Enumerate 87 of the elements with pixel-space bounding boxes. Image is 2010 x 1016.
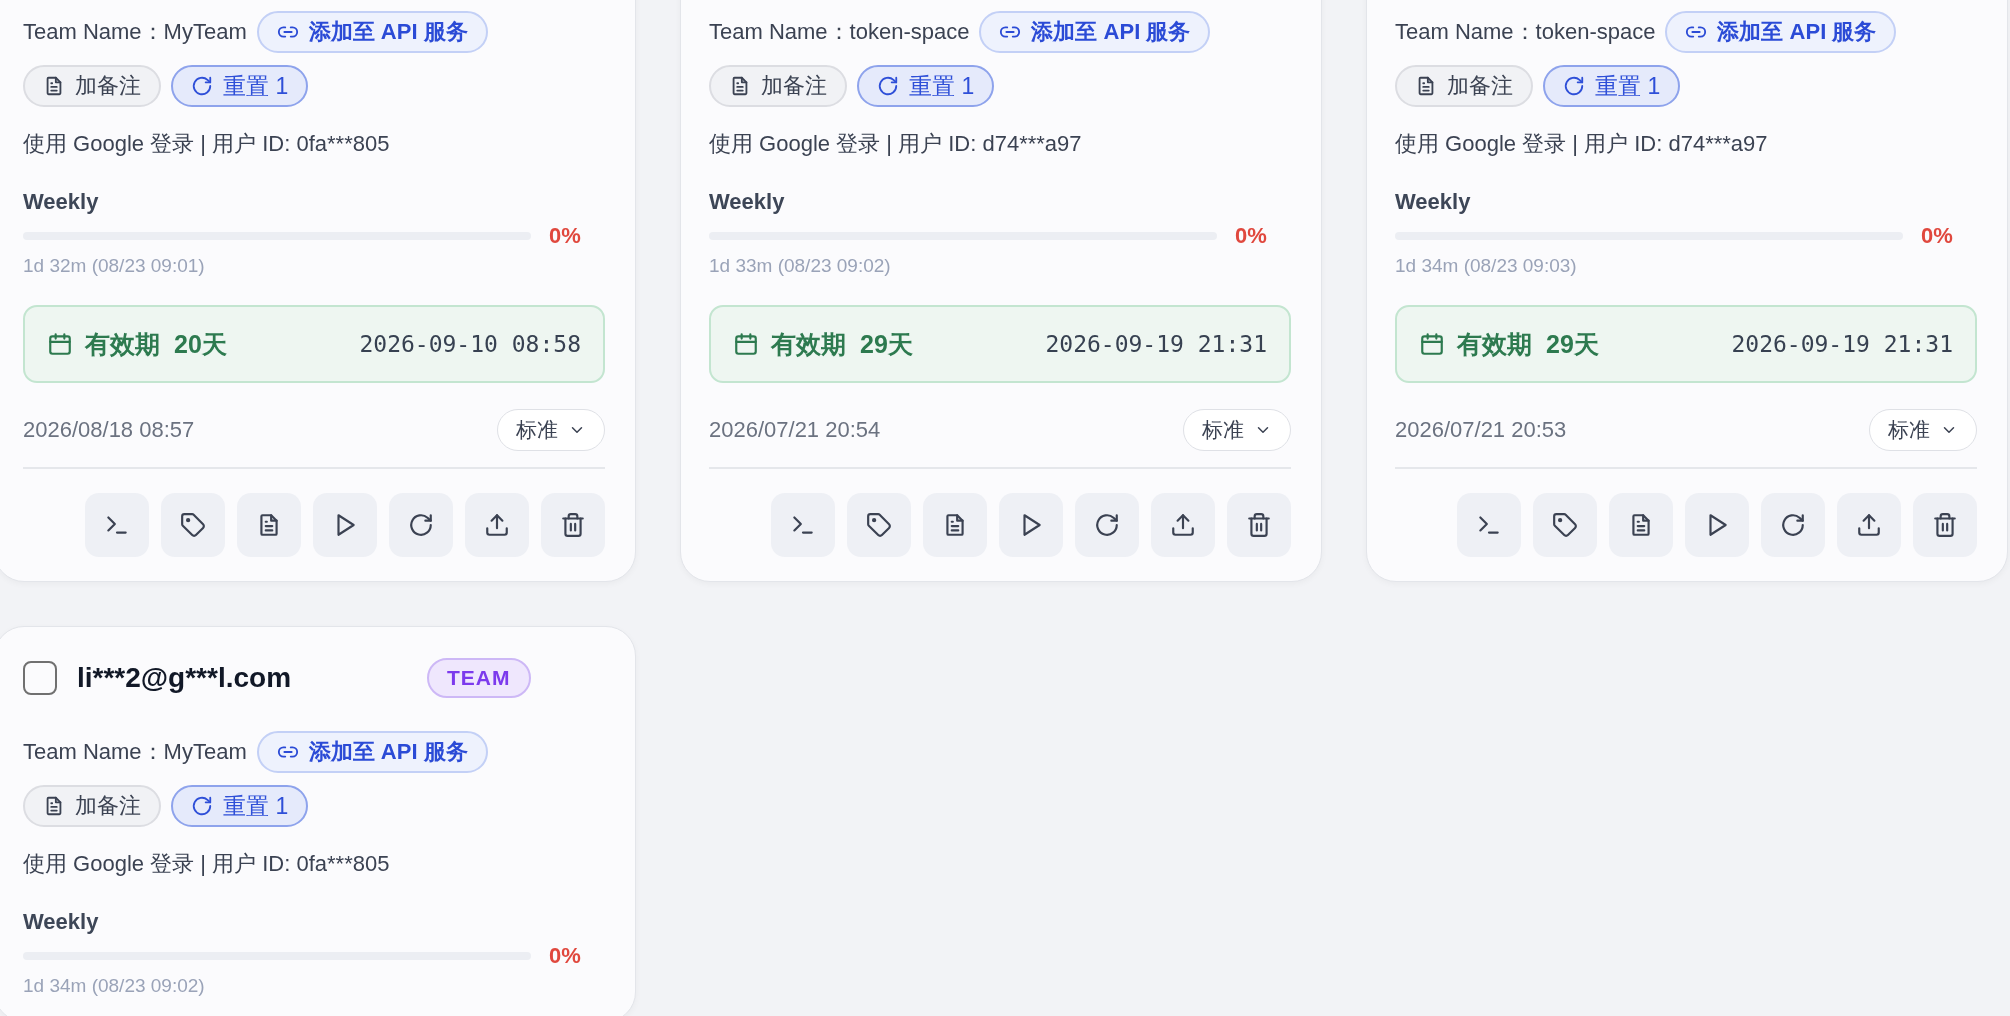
document-button[interactable] [237, 493, 301, 557]
validity-days: 20天 [174, 327, 360, 361]
reset-time: 1d 34m (08/23 09:02) [23, 975, 206, 997]
expiry-date: 2026-09-10 08:58 [359, 331, 581, 357]
delete-button[interactable] [541, 493, 605, 557]
delete-button[interactable] [1227, 493, 1291, 557]
reset-button[interactable]: 重置 1 [1543, 65, 1681, 107]
checkbox[interactable] [23, 661, 57, 695]
document-button[interactable] [1609, 493, 1673, 557]
refresh-icon [1780, 512, 1806, 538]
refresh-icon [408, 512, 434, 538]
add-api-button[interactable]: 添加至 API 服务 [256, 11, 488, 53]
usage-percent: 0% [1920, 223, 1954, 249]
account-email: li***2@g***l.com [77, 662, 293, 694]
upload-button[interactable] [465, 493, 529, 557]
refresh-button[interactable] [1761, 493, 1825, 557]
play-button[interactable] [1685, 493, 1749, 557]
refresh-icon [1563, 75, 1585, 97]
tag-button[interactable] [847, 493, 911, 557]
add-note-button[interactable]: 加备注 [1395, 65, 1533, 107]
add-api-button[interactable]: 添加至 API 服务 [256, 731, 488, 773]
upload-icon [1170, 512, 1196, 538]
refresh-icon [191, 795, 213, 817]
created-date: 2026/08/18 08:57 [23, 417, 195, 443]
add-note-button[interactable]: 加备注 [709, 65, 847, 107]
validity-days: 29天 [1546, 327, 1732, 361]
add-note-button[interactable]: 加备注 [23, 65, 161, 107]
refresh-icon [877, 75, 899, 97]
plan-dropdown[interactable]: 标准 [1183, 409, 1291, 451]
reset-time: 1d 34m (08/23 09:03) [1395, 255, 1578, 277]
document-button[interactable] [923, 493, 987, 557]
usage-percent: 0% [1234, 223, 1268, 249]
usage-label: Weekly [1395, 189, 1472, 215]
play-button[interactable] [999, 493, 1063, 557]
delete-button[interactable] [1913, 493, 1977, 557]
upload-icon [484, 512, 510, 538]
team-name: Team Name：MyTeam [23, 18, 247, 46]
validity-label: 有效期 [85, 328, 160, 360]
login-info: 使用 Google 登录 | 用户 ID: d74***a97 [1395, 130, 1769, 158]
validity-days: 29天 [860, 327, 1046, 361]
reset-time: 1d 33m (08/23 09:02) [709, 255, 892, 277]
upload-button[interactable] [1837, 493, 1901, 557]
team-name: Team Name：token-space [709, 18, 970, 46]
expiry-date: 2026-09-19 21:31 [1731, 331, 1953, 357]
created-date: 2026/07/21 20:54 [709, 417, 881, 443]
team-name: Team Name：MyTeam [23, 738, 247, 766]
reset-button[interactable]: 重置 1 [857, 65, 995, 107]
usage-label: Weekly [23, 189, 100, 215]
usage-percent: 0% [548, 223, 582, 249]
refresh-icon [1094, 512, 1120, 538]
tag-icon [180, 512, 206, 538]
plan-dropdown[interactable]: 标准 [497, 409, 605, 451]
usage-label: Weekly [709, 189, 786, 215]
tag-icon [1552, 512, 1578, 538]
login-info: 使用 Google 登录 | 用户 ID: 0fa***805 [23, 850, 391, 878]
created-date: 2026/07/21 20:53 [1395, 417, 1567, 443]
team-name: Team Name：token-space [1395, 18, 1656, 46]
reset-button[interactable]: 重置 1 [171, 65, 309, 107]
calendar-icon [733, 331, 759, 357]
tag-button[interactable] [161, 493, 225, 557]
play-button[interactable] [313, 493, 377, 557]
tag-button[interactable] [1533, 493, 1597, 557]
upload-icon [1856, 512, 1882, 538]
validity-label: 有效期 [771, 328, 846, 360]
refresh-button[interactable] [389, 493, 453, 557]
usage-label: Weekly [23, 909, 100, 935]
expiry-date: 2026-09-19 21:31 [1045, 331, 1267, 357]
add-api-button[interactable]: 添加至 API 服务 [1665, 11, 1897, 53]
usage-percent: 0% [548, 943, 582, 969]
calendar-icon [1419, 331, 1445, 357]
trash-icon [560, 512, 586, 538]
plan-badge: TEAM [427, 658, 531, 698]
calendar-icon [47, 331, 73, 357]
plan-dropdown[interactable]: 标准 [1869, 409, 1977, 451]
login-info: 使用 Google 登录 | 用户 ID: d74***a97 [709, 130, 1083, 158]
reset-time: 1d 32m (08/23 09:01) [23, 255, 206, 277]
login-info: 使用 Google 登录 | 用户 ID: 0fa***805 [23, 130, 391, 158]
trash-icon [1932, 512, 1958, 538]
tag-icon [866, 512, 892, 538]
upload-button[interactable] [1151, 493, 1215, 557]
refresh-button[interactable] [1075, 493, 1139, 557]
reset-button[interactable]: 重置 1 [171, 785, 309, 827]
trash-icon [1246, 512, 1272, 538]
validity-label: 有效期 [1457, 328, 1532, 360]
add-note-button[interactable]: 加备注 [23, 785, 161, 827]
add-api-button[interactable]: 添加至 API 服务 [979, 11, 1211, 53]
refresh-icon [191, 75, 213, 97]
